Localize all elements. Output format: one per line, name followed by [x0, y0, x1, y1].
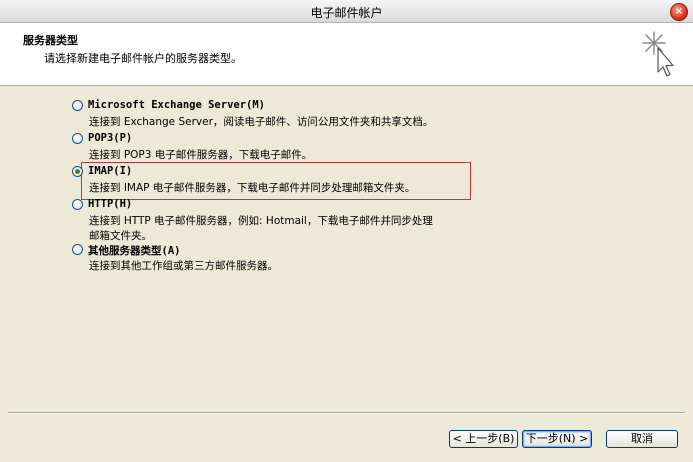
other-radio[interactable] [72, 244, 83, 255]
pop3-description: 连接到 POP3 电子邮件服务器，下载电子邮件。 [89, 149, 313, 161]
http-label[interactable]: HTTP(H) [88, 198, 132, 210]
other-description: 连接到其他工作组或第三方邮件服务器。 [89, 260, 278, 272]
next-button[interactable]: 下一步(N) > [522, 430, 592, 448]
header-subtitle: 请选择新建电子邮件帐户的服务器类型。 [44, 52, 242, 65]
http-radio[interactable] [72, 199, 83, 210]
close-button[interactable]: × [670, 3, 688, 21]
imap-description: 连接到 IMAP 电子邮件服务器，下载电子邮件并同步处理邮箱文件夹。 [89, 182, 416, 194]
footer-separator [8, 412, 685, 414]
wizard-header: 服务器类型 请选择新建电子邮件帐户的服务器类型。 [0, 23, 693, 86]
wizard-sparkle-cursor-icon [642, 31, 674, 77]
window-title: 电子邮件帐户 [310, 6, 383, 20]
imap-radio[interactable] [72, 166, 83, 177]
http-description: 连接到 HTTP 电子邮件服务器，例如: Hotmail，下载电子邮件并同步处理… [89, 215, 433, 242]
other-label[interactable]: 其他服务器类型(A) [88, 243, 180, 258]
exchange-description: 连接到 Exchange Server，阅读电子邮件、访问公用文件夹和共享文档。 [89, 116, 434, 128]
pop3-radio[interactable] [72, 133, 83, 144]
pop3-label[interactable]: POP3(P) [88, 132, 132, 144]
exchange-radio[interactable] [72, 100, 83, 111]
imap-label[interactable]: IMAP(I) [88, 165, 132, 177]
back-button[interactable]: < 上一步(B) [449, 430, 518, 448]
title-bar: 电子邮件帐户 × [0, 0, 693, 23]
cancel-button[interactable]: 取消 [606, 430, 678, 448]
header-title: 服务器类型 [23, 34, 78, 47]
exchange-label[interactable]: Microsoft Exchange Server(M) [88, 99, 265, 111]
email-account-dialog: 电子邮件帐户 × 服务器类型 请选择新建电子邮件帐户的服务器类型。 Micros… [0, 0, 693, 462]
